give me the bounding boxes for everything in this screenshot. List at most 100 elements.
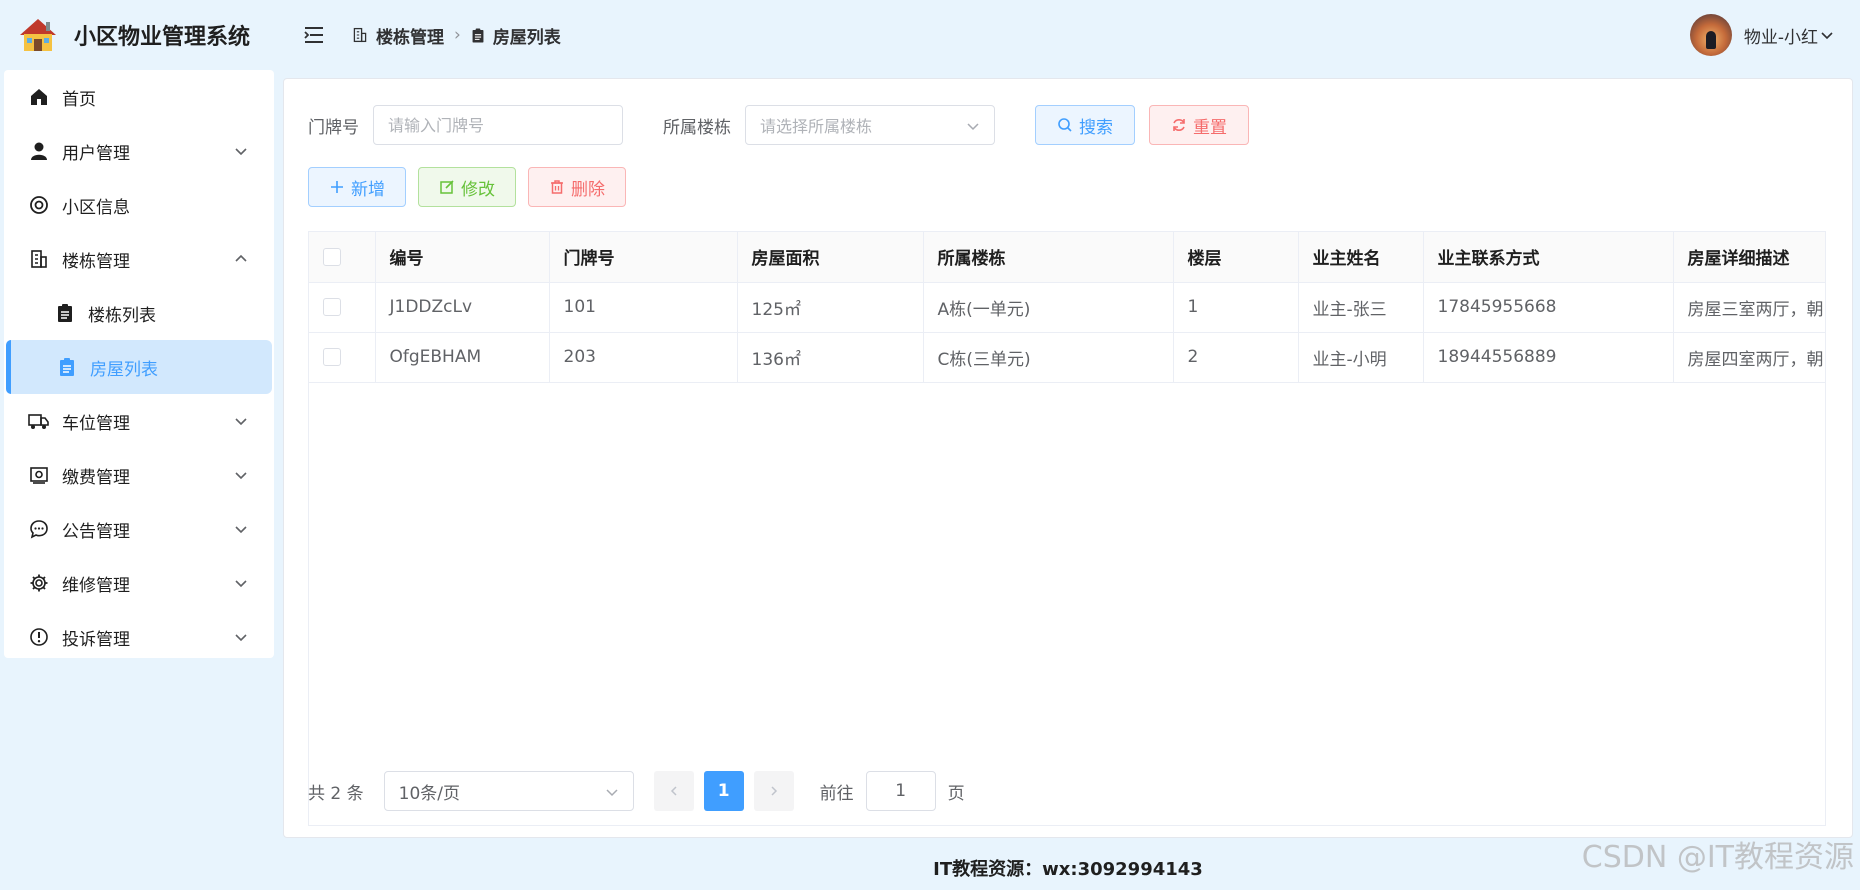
add-button[interactable]: 新增 bbox=[308, 167, 406, 207]
column-header[interactable]: 编号 bbox=[375, 232, 550, 283]
page-size-value: 10条/页 bbox=[398, 783, 460, 804]
sidebar-item-repair-management[interactable]: 维修管理 bbox=[4, 556, 274, 610]
edit-button-label: 修改 bbox=[461, 179, 495, 200]
row-checkbox[interactable] bbox=[323, 348, 341, 366]
total-count: 共 2 条 bbox=[308, 783, 364, 804]
breadcrumb-item-building-management[interactable]: 楼栋管理 bbox=[352, 23, 444, 48]
chevron-right-icon bbox=[771, 786, 777, 796]
table-cell: 1 bbox=[1173, 282, 1299, 333]
delete-button-label: 删除 bbox=[571, 179, 605, 200]
main-card: 门牌号 所属楼栋 请选择所属楼栋 搜索 重置 新增 修改 删除 bbox=[283, 78, 1853, 838]
column-header[interactable]: 门牌号 bbox=[549, 232, 738, 283]
table-row[interactable]: OfgEBHAM 203 136㎡ C栋(三单元) 2 业主-小明 189445… bbox=[309, 332, 1825, 383]
prev-page-button[interactable] bbox=[653, 771, 694, 811]
reset-button[interactable]: 重置 bbox=[1149, 105, 1249, 145]
search-button-label: 搜索 bbox=[1079, 117, 1113, 138]
edit-button[interactable]: 修改 bbox=[418, 167, 516, 207]
sidebar-item-users[interactable]: 用户管理 bbox=[4, 124, 274, 178]
menu-toggle-icon[interactable] bbox=[302, 25, 326, 45]
sidebar-menu: 首页 用户管理 小区信息 楼栋管理 楼栋列表 房屋列表 车位管理 缴费管理 公告… bbox=[4, 70, 274, 658]
select-all-checkbox[interactable] bbox=[323, 247, 341, 266]
refresh-icon bbox=[1173, 119, 1185, 131]
delete-button[interactable]: 删除 bbox=[528, 167, 626, 207]
page-size-select[interactable]: 10条/页 bbox=[383, 771, 634, 811]
table-cell: J1DDZcLv bbox=[375, 282, 550, 333]
column-header[interactable]: 业主联系方式 bbox=[1423, 232, 1674, 283]
page-suffix: 页 bbox=[947, 783, 965, 804]
sidebar-item-building-management[interactable]: 楼栋管理 bbox=[4, 232, 274, 286]
chevron-down-icon bbox=[235, 634, 247, 642]
table-header-row: 编号 门牌号 房屋面积 所属楼栋 楼层 业主姓名 业主联系方式 房屋详细描述 bbox=[309, 232, 1825, 283]
column-header[interactable]: 业主姓名 bbox=[1298, 232, 1424, 283]
row-checkbox[interactable] bbox=[323, 298, 341, 316]
next-page-button[interactable] bbox=[753, 771, 794, 811]
chevron-down-icon bbox=[1821, 32, 1833, 40]
gear-icon bbox=[28, 572, 50, 594]
column-header[interactable]: 楼层 bbox=[1173, 232, 1299, 283]
sidebar-item-house-list[interactable]: 房屋列表 bbox=[6, 340, 272, 394]
building-select[interactable]: 请选择所属楼栋 bbox=[745, 105, 995, 145]
column-header[interactable]: 所属楼栋 bbox=[923, 232, 1174, 283]
edit-icon bbox=[440, 180, 454, 194]
door-number-label: 门牌号 bbox=[308, 117, 359, 138]
search-form: 门牌号 所属楼栋 请选择所属楼栋 搜索 重置 bbox=[308, 105, 1249, 145]
page-number-button[interactable]: 1 bbox=[703, 771, 744, 811]
select-all-cell bbox=[309, 232, 376, 283]
chevron-down-icon bbox=[235, 148, 247, 156]
table-cell: 房屋四室两厅，朝 bbox=[1673, 332, 1825, 383]
search-button[interactable]: 搜索 bbox=[1035, 105, 1135, 145]
breadcrumb-label: 房屋列表 bbox=[492, 27, 561, 48]
table-cell: A栋(一单元) bbox=[923, 282, 1174, 333]
app-title: 小区物业管理系统 bbox=[74, 25, 251, 50]
table-row[interactable]: J1DDZcLv 101 125㎡ A栋(一单元) 1 业主-张三 178459… bbox=[309, 282, 1825, 333]
sidebar-item-announcement-management[interactable]: 公告管理 bbox=[4, 502, 274, 556]
trash-icon bbox=[551, 180, 563, 194]
sidebar-item-label: 房屋列表 bbox=[90, 359, 158, 380]
table-cell: 17845955668 bbox=[1423, 282, 1674, 333]
table-cell: 203 bbox=[549, 332, 738, 383]
table-cell: 125㎡ bbox=[737, 282, 924, 333]
wallet-icon bbox=[28, 464, 50, 486]
sidebar-item-community-info[interactable]: 小区信息 bbox=[4, 178, 274, 232]
column-header[interactable]: 房屋面积 bbox=[737, 232, 924, 283]
row-select-cell bbox=[309, 282, 376, 333]
sidebar-item-payment-management[interactable]: 缴费管理 bbox=[4, 448, 274, 502]
add-button-label: 新增 bbox=[351, 179, 385, 200]
table-cell: 101 bbox=[549, 282, 738, 333]
lifebuoy-icon bbox=[28, 194, 50, 216]
chevron-down-icon bbox=[235, 526, 247, 534]
column-header[interactable]: 房屋详细描述 bbox=[1673, 232, 1825, 283]
building-select-placeholder: 请选择所属楼栋 bbox=[760, 117, 873, 136]
table-cell: 136㎡ bbox=[737, 332, 924, 383]
table-cell: C栋(三单元) bbox=[923, 332, 1174, 383]
pagination: 共 2 条 10条/页 1 前往 页 bbox=[308, 771, 965, 811]
building-icon bbox=[353, 27, 367, 43]
sidebar-item-label: 公告管理 bbox=[62, 521, 130, 542]
door-number-input[interactable] bbox=[373, 105, 623, 145]
user-icon bbox=[28, 140, 50, 162]
user-menu[interactable]: 物业-小红 bbox=[1689, 14, 1834, 56]
watermark: CSDN @IT教程资源 bbox=[1581, 840, 1854, 875]
sidebar-item-label: 小区信息 bbox=[62, 197, 130, 218]
home-icon bbox=[28, 86, 50, 108]
chat-icon bbox=[28, 518, 50, 540]
header: 楼栋管理 › 房屋列表 物业-小红 bbox=[276, 0, 1860, 70]
chevron-up-icon bbox=[235, 254, 247, 262]
sidebar-item-parking-management[interactable]: 车位管理 bbox=[4, 394, 274, 448]
plus-icon bbox=[331, 181, 343, 193]
building-icon bbox=[28, 248, 50, 270]
sidebar: 小区物业管理系统 首页 用户管理 小区信息 楼栋管理 楼栋列表 房屋列表 车位管… bbox=[0, 0, 276, 890]
sidebar-item-label: 用户管理 bbox=[62, 143, 130, 164]
chevron-left-icon bbox=[670, 786, 677, 796]
action-toolbar: 新增 修改 删除 bbox=[308, 167, 626, 207]
house-table: 编号 门牌号 房屋面积 所属楼栋 楼层 业主姓名 业主联系方式 房屋详细描述 J… bbox=[308, 231, 1826, 826]
goto-page-input[interactable] bbox=[865, 771, 936, 811]
sidebar-item-building-list[interactable]: 楼栋列表 bbox=[4, 286, 274, 340]
avatar[interactable] bbox=[1689, 14, 1732, 56]
logo: 小区物业管理系统 bbox=[0, 0, 276, 70]
table-cell: 2 bbox=[1173, 332, 1299, 383]
chevron-down-icon bbox=[235, 418, 247, 426]
breadcrumb: 楼栋管理 › 房屋列表 bbox=[352, 23, 561, 48]
sidebar-item-complaint-management[interactable]: 投诉管理 bbox=[4, 610, 274, 664]
sidebar-item-home[interactable]: 首页 bbox=[4, 70, 274, 124]
